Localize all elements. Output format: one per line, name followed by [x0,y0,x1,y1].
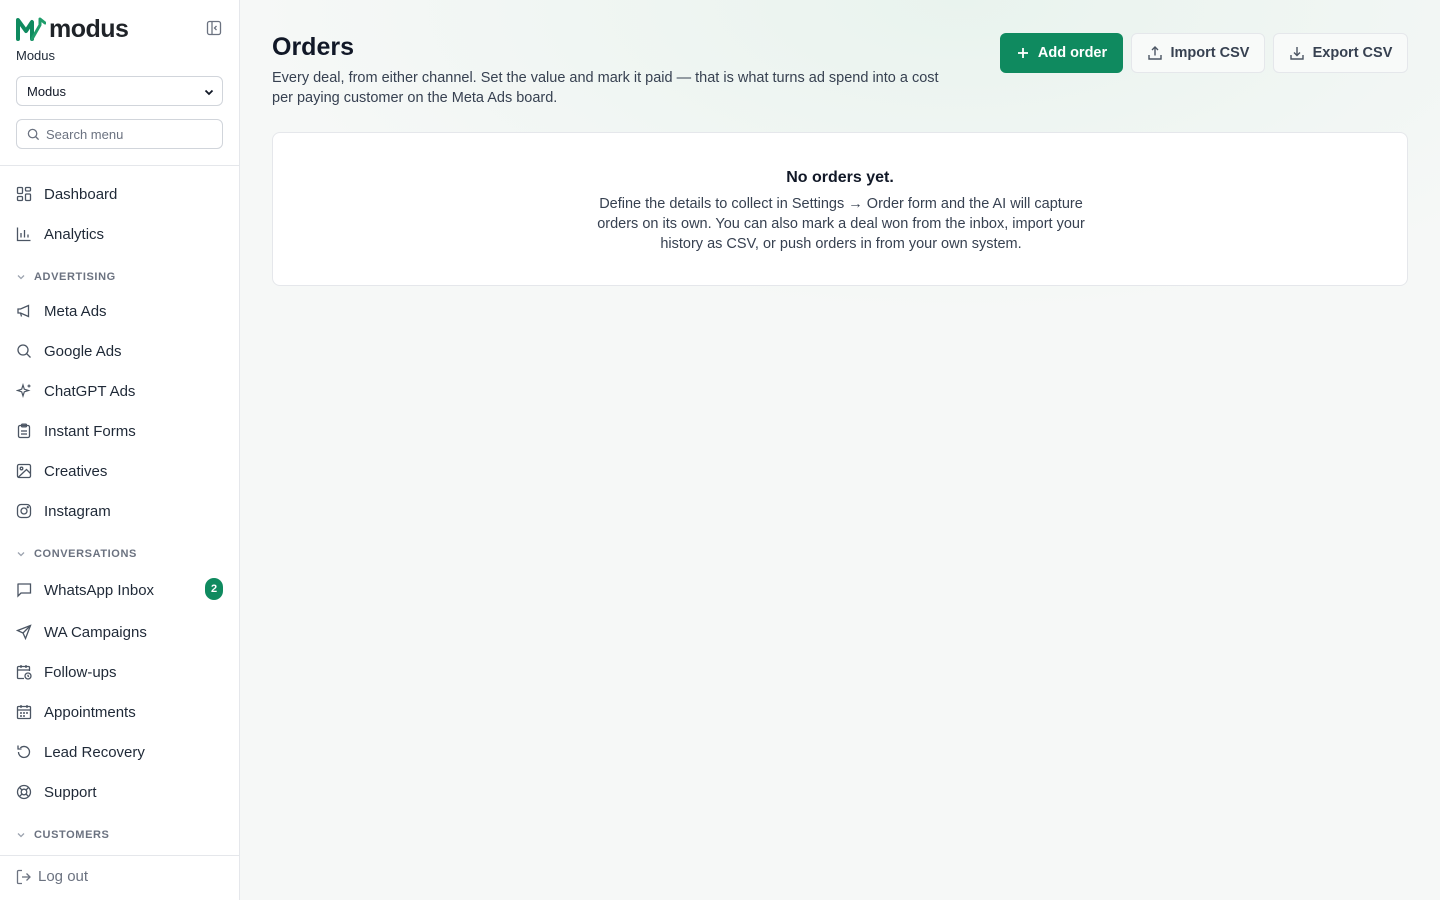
sidebar-item-label: Dashboard [44,185,118,203]
chevron-down-icon [17,552,25,557]
sidebar-item-label: Appointments [44,703,136,721]
sidebar-item-label: WA Campaigns [44,623,147,641]
section-conversations[interactable]: CONVERSATIONS [16,548,137,560]
sidebar-item-label: Support [44,783,97,801]
search-placeholder: Search menu [46,126,124,142]
sidebar-divider [0,165,239,166]
export-csv-label: Export CSV [1312,45,1393,61]
collapse-sidebar-button[interactable] [206,20,224,38]
add-order-label: Add order [1037,45,1108,61]
sidebar-item-appointments[interactable]: Appointments [16,702,223,722]
panel-left-icon [206,20,222,36]
sidebar: modus Modus Modus Search menu Dashboard [0,0,240,900]
sparkles-icon [16,383,31,399]
orders-empty-state: No orders yet. Define the details to col… [272,132,1408,286]
sidebar-item-chatgpt-ads[interactable]: ChatGPT Ads [16,381,223,401]
sidebar-item-support[interactable]: Support [16,782,223,802]
sidebar-item-label: Lead Recovery [44,743,145,761]
chevron-down-icon [17,833,25,838]
sidebar-item-wa-campaigns[interactable]: WA Campaigns [16,622,223,642]
image-icon [16,463,32,479]
brand-name: modus [49,15,129,43]
sidebar-item-follow-ups[interactable]: Follow-ups [16,662,223,682]
brand-logo[interactable]: modus [16,15,129,43]
search-menu-input[interactable]: Search menu [16,119,223,149]
sidebar-item-meta-ads[interactable]: Meta Ads [16,301,223,321]
sidebar-footer-divider [0,855,239,856]
sidebar-item-label: Meta Ads [44,302,107,320]
section-customers[interactable]: CUSTOMERS [16,829,109,841]
plus-icon [1017,48,1028,58]
search-icon [17,344,31,358]
import-csv-button[interactable]: Import CSV [1131,33,1265,73]
add-order-button[interactable]: Add order [1000,33,1123,73]
sidebar-item-label: ChatGPT Ads [44,382,136,400]
org-label: Modus [16,48,56,63]
modus-logo-icon [16,17,46,41]
org-select-value: Modus [27,83,67,99]
sidebar-item-instagram[interactable]: Instagram [16,501,223,521]
sidebar-item-label: Instant Forms [44,422,136,440]
dashboard-icon [16,186,32,202]
sidebar-item-label: Instagram [44,502,111,520]
sidebar-item-creatives[interactable]: Creatives [16,461,223,481]
chevron-down-icon [17,275,25,280]
org-select[interactable]: Modus [16,76,223,106]
instagram-icon [16,503,32,519]
upload-icon [1147,46,1162,60]
send-icon [16,624,32,640]
section-label: CUSTOMERS [34,829,110,841]
page-subtitle: Every deal, from either channel. Set the… [272,70,939,106]
section-advertising[interactable]: ADVERTISING [16,271,116,283]
rotate-ccw-icon [17,745,31,759]
calendar-icon [16,705,32,720]
clipboard-icon [17,423,31,439]
chevron-down-icon [204,89,214,96]
page-title: Orders [272,33,354,61]
empty-state-description: Define the details to collect in Setting… [597,196,1085,252]
import-csv-label: Import CSV [1170,45,1250,61]
sidebar-item-label: Follow-ups [44,663,117,681]
sidebar-item-analytics[interactable]: Analytics [16,224,223,244]
sidebar-item-google-ads[interactable]: Google Ads [16,341,223,361]
sidebar-item-instant-forms[interactable]: Instant Forms [16,421,223,441]
sidebar-item-dashboard[interactable]: Dashboard [16,184,223,204]
life-buoy-icon [16,784,32,800]
log-out-icon [16,869,31,884]
megaphone-icon [17,304,30,318]
logout-label: Log out [38,868,89,885]
calendar-clock-icon [16,665,32,680]
chat-bubble-icon [17,583,32,598]
empty-state-title: No orders yet. [786,169,894,186]
logout-button[interactable]: Log out [16,868,88,885]
sidebar-item-label: WhatsApp Inbox [44,581,155,599]
section-label: CONVERSATIONS [34,548,137,560]
search-icon [27,128,40,140]
sidebar-item-label: Creatives [44,462,108,480]
sidebar-item-lead-recovery[interactable]: Lead Recovery [16,742,223,762]
sidebar-item-label: Google Ads [44,342,122,360]
sidebar-item-whatsapp-inbox[interactable]: WhatsApp Inbox 2 [16,578,223,600]
download-icon [1289,47,1304,60]
unread-count-badge: 2 [205,578,223,600]
sidebar-item-label: Analytics [44,225,105,243]
export-csv-button[interactable]: Export CSV [1273,33,1408,73]
section-label: ADVERTISING [34,271,116,283]
bar-chart-icon [16,227,31,242]
